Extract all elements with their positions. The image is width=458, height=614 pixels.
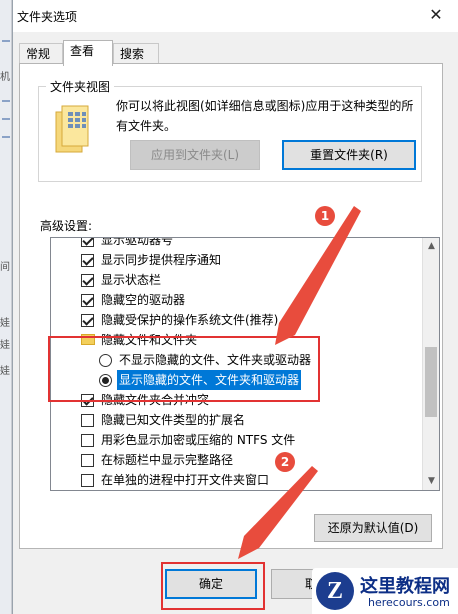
option-checkbox[interactable] — [81, 414, 94, 427]
strip-text: 机 — [0, 72, 10, 83]
scroll-thumb[interactable] — [425, 346, 437, 417]
step-2-badge: 2 — [275, 452, 295, 472]
folder-options-dialog: 文件夹选项 ✕ 常规 查看 搜索 文件夹视图 你可以将此视图(如详细信息或图标)… — [12, 0, 458, 614]
hidden-files-highlight — [48, 336, 320, 402]
option-label: 在标题栏中显示完整路径 — [101, 453, 234, 467]
restore-defaults-button[interactable]: 还原为默认值(D) — [314, 514, 432, 542]
settings-option-row[interactable]: 显示驱动器号 — [51, 237, 423, 250]
folder-views-icon — [55, 105, 89, 153]
option-checkbox[interactable] — [81, 238, 94, 247]
settings-option-row[interactable]: 隐藏空的驱动器 — [51, 290, 423, 310]
watermark-name: 这里教程网 — [360, 576, 450, 596]
settings-option-row[interactable]: 显示同步提供程序通知 — [51, 250, 423, 270]
option-label: 用彩色显示加密或压缩的 NTFS 文件 — [101, 433, 296, 447]
settings-option-row[interactable]: 用彩色显示加密或压缩的 NTFS 文件 — [51, 430, 423, 450]
ok-button-highlight — [161, 562, 265, 610]
option-label: 隐藏空的驱动器 — [101, 293, 186, 307]
folder-views-label: 文件夹视图 — [46, 78, 115, 95]
window-title: 文件夹选项 — [17, 10, 78, 24]
strip-bar — [2, 118, 10, 120]
step-1-badge: 1 — [315, 206, 335, 226]
folder-views-description: 你可以将此视图(如详细信息或图标)应用于这种类型的所有文件夹。 — [116, 99, 414, 133]
watermark: Z 这里教程网 herecours.com — [312, 568, 458, 614]
view-tab-panel: 文件夹视图 你可以将此视图(如详细信息或图标)应用于这种类型的所有文件夹。 应用… — [19, 63, 443, 549]
option-label: 隐藏受保护的操作系统文件(推荐) — [101, 313, 279, 327]
title-bar: 文件夹选项 ✕ — [13, 0, 458, 32]
settings-option-row[interactable]: 隐藏已知文件类型的扩展名 — [51, 410, 423, 430]
strip-text: 娃 — [0, 318, 10, 329]
apply-to-folders-button[interactable]: 应用到文件夹(L) — [130, 140, 260, 170]
option-label: 显示状态栏 — [101, 273, 162, 287]
scroll-down-icon[interactable]: ▼ — [423, 473, 439, 490]
option-checkbox[interactable] — [81, 314, 94, 327]
option-checkbox[interactable] — [81, 274, 94, 287]
strip-bar — [2, 136, 10, 138]
advanced-settings-label: 高级设置: — [40, 219, 93, 233]
settings-option-row[interactable]: 在标题栏中显示完整路径 — [51, 450, 423, 470]
advanced-list-scrollbar[interactable]: ▲ ▼ — [422, 238, 439, 490]
watermark-logo-icon: Z — [316, 572, 354, 610]
tab-general[interactable]: 常规 — [19, 43, 63, 65]
reset-folders-button[interactable]: 重置文件夹(R) — [282, 140, 416, 170]
strip-bar — [2, 40, 10, 42]
option-checkbox[interactable] — [81, 474, 94, 487]
watermark-url: herecours.com — [368, 596, 450, 609]
strip-bar — [2, 100, 10, 102]
settings-option-row[interactable]: 显示状态栏 — [51, 270, 423, 290]
tab-search[interactable]: 搜索 — [113, 43, 159, 65]
strip-text: 娃 — [0, 366, 10, 377]
close-icon[interactable]: ✕ — [423, 4, 449, 26]
option-checkbox[interactable] — [81, 294, 94, 307]
strip-text: 娃 — [0, 340, 10, 351]
tab-view[interactable]: 查看 — [63, 40, 113, 66]
option-checkbox[interactable] — [81, 454, 94, 467]
option-label: 在单独的进程中打开文件夹窗口 — [101, 473, 270, 487]
settings-option-row[interactable]: 隐藏受保护的操作系统文件(推荐) — [51, 310, 423, 330]
option-label: 显示同步提供程序通知 — [101, 253, 222, 267]
background-window-strip: 机 间 娃 娃 娃 — [0, 0, 12, 614]
settings-option-row[interactable]: 在单独的进程中打开文件夹窗口 — [51, 470, 423, 490]
option-checkbox[interactable] — [81, 254, 94, 267]
option-checkbox[interactable] — [81, 434, 94, 447]
scroll-up-icon[interactable]: ▲ — [423, 238, 439, 255]
option-label: 隐藏已知文件类型的扩展名 — [101, 413, 246, 427]
option-label: 显示驱动器号 — [101, 237, 174, 247]
strip-text: 间 — [0, 262, 10, 273]
